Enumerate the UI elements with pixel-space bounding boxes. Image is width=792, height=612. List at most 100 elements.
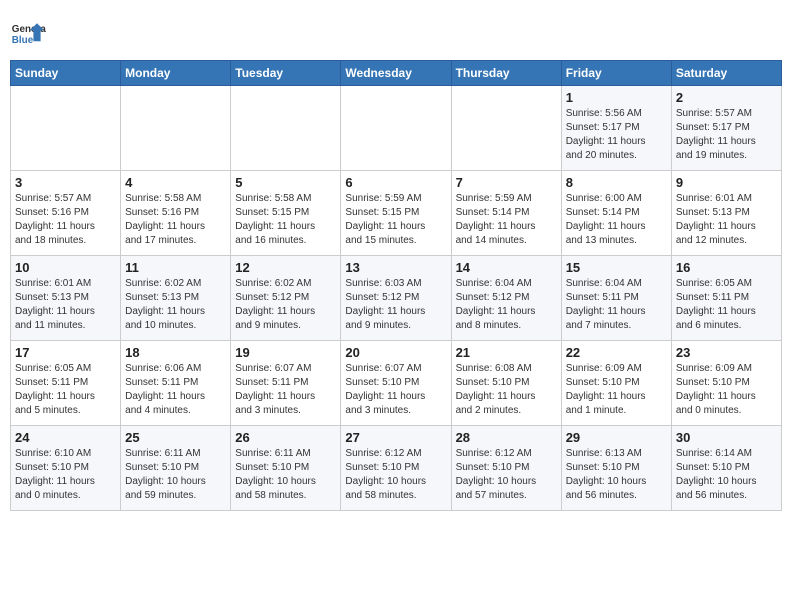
day-cell: 21Sunrise: 6:08 AM Sunset: 5:10 PM Dayli…: [451, 341, 561, 426]
day-cell: 18 Sunrise: 6:06 AM Sunset: 5:11 PM Dayli…: [121, 341, 231, 426]
day-info: Sunrise: 5:59 AM Sunset: 5:15 PM Dayligh…: [345, 192, 446, 248]
day-number: 8: [566, 175, 667, 190]
day-number: 6: [345, 175, 446, 190]
week-row-3: 10Sunrise: 6:01 AM Sunset: 5:13 PM Dayli…: [11, 256, 782, 341]
day-number: 13: [345, 260, 446, 275]
day-cell: [231, 86, 341, 171]
day-info: Sunrise: 5:59 AM Sunset: 5:14 PM Dayligh…: [456, 192, 557, 248]
day-cell: [121, 86, 231, 171]
weekday-header-sunday: Sunday: [11, 61, 121, 86]
day-number: 3: [15, 175, 116, 190]
calendar-table: SundayMondayTuesdayWednesdayThursdayFrid…: [10, 60, 782, 511]
day-info: Sunrise: 6:03 AM Sunset: 5:12 PM Dayligh…: [345, 277, 446, 333]
day-cell: 25Sunrise: 6:11 AM Sunset: 5:10 PM Dayli…: [121, 426, 231, 511]
weekday-header-thursday: Thursday: [451, 61, 561, 86]
day-cell: 12 Sunrise: 6:02 AM Sunset: 5:12 PM Dayli…: [231, 256, 341, 341]
day-info: Sunrise: 6:13 AM Sunset: 5:10 PM Dayligh…: [566, 447, 667, 503]
day-cell: 7Sunrise: 5:59 AM Sunset: 5:14 PM Daylig…: [451, 171, 561, 256]
day-number: 11: [125, 260, 226, 275]
logo-icon: General Blue: [10, 16, 46, 52]
day-cell: [451, 86, 561, 171]
week-row-4: 17 Sunrise: 6:05 AM Sunset: 5:11 PM Dayli…: [11, 341, 782, 426]
day-info: Sunrise: 5:56 AM Sunset: 5:17 PM Dayligh…: [566, 107, 667, 163]
logo: General Blue: [10, 16, 46, 52]
day-cell: 5 Sunrise: 5:58 AM Sunset: 5:15 PM Daylig…: [231, 171, 341, 256]
day-cell: [11, 86, 121, 171]
day-cell: 16 Sunrise: 6:05 AM Sunset: 5:11 PM Dayli…: [671, 256, 781, 341]
day-cell: 23Sunrise: 6:09 AM Sunset: 5:10 PM Dayli…: [671, 341, 781, 426]
day-cell: 28 Sunrise: 6:12 AM Sunset: 5:10 PM Dayli…: [451, 426, 561, 511]
day-number: 17: [15, 345, 116, 360]
day-number: 2: [676, 90, 777, 105]
day-cell: [341, 86, 451, 171]
weekday-header-friday: Friday: [561, 61, 671, 86]
weekday-header-monday: Monday: [121, 61, 231, 86]
week-row-2: 3 Sunrise: 5:57 AM Sunset: 5:16 PM Daylig…: [11, 171, 782, 256]
day-info: Sunrise: 6:06 AM Sunset: 5:11 PM Dayligh…: [125, 362, 226, 418]
day-cell: 10Sunrise: 6:01 AM Sunset: 5:13 PM Dayli…: [11, 256, 121, 341]
day-info: Sunrise: 6:09 AM Sunset: 5:10 PM Dayligh…: [676, 362, 777, 418]
day-info: Sunrise: 6:12 AM Sunset: 5:10 PM Dayligh…: [456, 447, 557, 503]
day-cell: 15 Sunrise: 6:04 AM Sunset: 5:11 PM Dayli…: [561, 256, 671, 341]
day-number: 5: [235, 175, 336, 190]
day-info: Sunrise: 6:04 AM Sunset: 5:12 PM Dayligh…: [456, 277, 557, 333]
day-number: 18: [125, 345, 226, 360]
weekday-header-tuesday: Tuesday: [231, 61, 341, 86]
day-cell: 6 Sunrise: 5:59 AM Sunset: 5:15 PM Daylig…: [341, 171, 451, 256]
day-info: Sunrise: 6:02 AM Sunset: 5:13 PM Dayligh…: [125, 277, 226, 333]
day-cell: 26Sunrise: 6:11 AM Sunset: 5:10 PM Dayli…: [231, 426, 341, 511]
day-cell: 14 Sunrise: 6:04 AM Sunset: 5:12 PM Dayli…: [451, 256, 561, 341]
day-cell: 30 Sunrise: 6:14 AM Sunset: 5:10 PM Dayli…: [671, 426, 781, 511]
day-cell: 24 Sunrise: 6:10 AM Sunset: 5:10 PM Dayli…: [11, 426, 121, 511]
day-info: Sunrise: 6:01 AM Sunset: 5:13 PM Dayligh…: [676, 192, 777, 248]
day-number: 26: [235, 430, 336, 445]
day-number: 1: [566, 90, 667, 105]
day-cell: 8Sunrise: 6:00 AM Sunset: 5:14 PM Daylig…: [561, 171, 671, 256]
day-number: 30: [676, 430, 777, 445]
day-info: Sunrise: 5:57 AM Sunset: 5:17 PM Dayligh…: [676, 107, 777, 163]
weekday-header-wednesday: Wednesday: [341, 61, 451, 86]
day-number: 22: [566, 345, 667, 360]
day-number: 29: [566, 430, 667, 445]
day-info: Sunrise: 6:14 AM Sunset: 5:10 PM Dayligh…: [676, 447, 777, 503]
day-info: Sunrise: 6:12 AM Sunset: 5:10 PM Dayligh…: [345, 447, 446, 503]
day-cell: 9Sunrise: 6:01 AM Sunset: 5:13 PM Daylig…: [671, 171, 781, 256]
day-info: Sunrise: 6:07 AM Sunset: 5:10 PM Dayligh…: [345, 362, 446, 418]
week-row-1: 1 Sunrise: 5:56 AM Sunset: 5:17 PM Daylig…: [11, 86, 782, 171]
day-cell: 2 Sunrise: 5:57 AM Sunset: 5:17 PM Daylig…: [671, 86, 781, 171]
day-cell: 29 Sunrise: 6:13 AM Sunset: 5:10 PM Dayli…: [561, 426, 671, 511]
day-info: Sunrise: 6:05 AM Sunset: 5:11 PM Dayligh…: [15, 362, 116, 418]
day-info: Sunrise: 6:10 AM Sunset: 5:10 PM Dayligh…: [15, 447, 116, 503]
day-number: 28: [456, 430, 557, 445]
day-info: Sunrise: 5:57 AM Sunset: 5:16 PM Dayligh…: [15, 192, 116, 248]
day-info: Sunrise: 6:02 AM Sunset: 5:12 PM Dayligh…: [235, 277, 336, 333]
day-cell: 13 Sunrise: 6:03 AM Sunset: 5:12 PM Dayli…: [341, 256, 451, 341]
day-info: Sunrise: 6:07 AM Sunset: 5:11 PM Dayligh…: [235, 362, 336, 418]
day-info: Sunrise: 6:11 AM Sunset: 5:10 PM Dayligh…: [125, 447, 226, 503]
day-info: Sunrise: 5:58 AM Sunset: 5:16 PM Dayligh…: [125, 192, 226, 248]
day-number: 4: [125, 175, 226, 190]
day-number: 19: [235, 345, 336, 360]
page-header: General Blue: [10, 10, 782, 52]
day-cell: 3 Sunrise: 5:57 AM Sunset: 5:16 PM Daylig…: [11, 171, 121, 256]
day-number: 24: [15, 430, 116, 445]
day-number: 14: [456, 260, 557, 275]
day-info: Sunrise: 6:09 AM Sunset: 5:10 PM Dayligh…: [566, 362, 667, 418]
day-info: Sunrise: 5:58 AM Sunset: 5:15 PM Dayligh…: [235, 192, 336, 248]
day-number: 21: [456, 345, 557, 360]
day-number: 20: [345, 345, 446, 360]
day-number: 15: [566, 260, 667, 275]
day-cell: 27 Sunrise: 6:12 AM Sunset: 5:10 PM Dayli…: [341, 426, 451, 511]
day-info: Sunrise: 6:04 AM Sunset: 5:11 PM Dayligh…: [566, 277, 667, 333]
day-cell: 11 Sunrise: 6:02 AM Sunset: 5:13 PM Dayli…: [121, 256, 231, 341]
day-number: 27: [345, 430, 446, 445]
day-info: Sunrise: 6:01 AM Sunset: 5:13 PM Dayligh…: [15, 277, 116, 333]
day-cell: 22 Sunrise: 6:09 AM Sunset: 5:10 PM Dayli…: [561, 341, 671, 426]
weekday-header-row: SundayMondayTuesdayWednesdayThursdayFrid…: [11, 61, 782, 86]
week-row-5: 24 Sunrise: 6:10 AM Sunset: 5:10 PM Dayli…: [11, 426, 782, 511]
day-info: Sunrise: 6:05 AM Sunset: 5:11 PM Dayligh…: [676, 277, 777, 333]
day-number: 16: [676, 260, 777, 275]
day-number: 12: [235, 260, 336, 275]
svg-text:Blue: Blue: [12, 35, 34, 46]
day-cell: 4 Sunrise: 5:58 AM Sunset: 5:16 PM Daylig…: [121, 171, 231, 256]
